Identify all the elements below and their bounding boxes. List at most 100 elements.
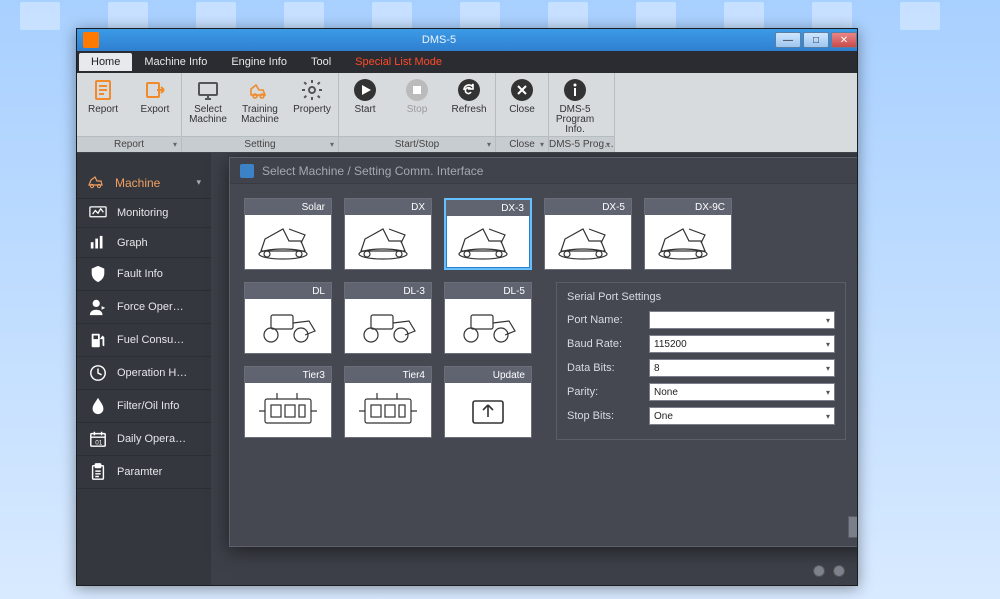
machine-tile-dx[interactable]: DX — [344, 198, 432, 270]
ribbon-group-start-stop: Start Stop RefreshStart/Stop — [339, 73, 496, 152]
sidebar-item-label: Force Oper… — [117, 301, 201, 313]
property-button[interactable]: Property — [286, 73, 338, 136]
drop-icon — [89, 397, 107, 415]
select-machine-button[interactable]: Select Machine — [182, 73, 234, 136]
sidebar-item-label: Daily Opera… — [117, 433, 201, 445]
ribbon-group-setting: Select MachineTraining Machine Property Se… — [182, 73, 339, 152]
sidebar-item-operation-h[interactable]: Operation H… — [77, 357, 211, 390]
ribbon-group-label: Start/Stop — [339, 136, 495, 152]
menu-tab-engine-info[interactable]: Engine Info — [219, 53, 299, 71]
menu-tab-tool[interactable]: Tool — [299, 53, 343, 71]
machine-tile-update[interactable]: Update — [444, 366, 532, 438]
tile-label: DL-5 — [445, 283, 531, 299]
serial-field-row: Baud Rate:115200 — [567, 335, 835, 353]
serial-port-settings-panel: Serial Port Settings Port Name:Baud Rate… — [556, 282, 846, 440]
shield-icon — [89, 265, 107, 283]
body-area: Machine ▾ Monitoring GraphFault Info Force… — [77, 153, 857, 585]
stop-button: Stop — [391, 73, 443, 136]
sidebar-item-filter-oil[interactable]: Filter/Oil Info — [77, 390, 211, 423]
gear-icon — [299, 77, 325, 103]
window-maximize-button[interactable]: □ — [803, 32, 829, 48]
machine-tile-dx-5[interactable]: DX-5 — [544, 198, 632, 270]
machine-tile-dl-5[interactable]: DL-5 — [444, 282, 532, 354]
close-button[interactable]: Close — [496, 73, 548, 136]
menu-tab-special-list-mode[interactable]: Special List Mode — [343, 53, 454, 71]
refresh-button[interactable]: Refresh — [443, 73, 495, 136]
titlebar: DMS-5 — □ ✕ — [77, 29, 857, 51]
sidebar: Machine ▾ Monitoring GraphFault Info Force… — [77, 153, 211, 585]
ribbon-group-label: Report — [77, 136, 181, 152]
sidebar-item-graph[interactable]: Graph — [77, 228, 211, 257]
tile-label: DL — [245, 283, 331, 299]
ribbon-button-label: Stop — [407, 105, 428, 115]
app-icon — [83, 32, 99, 48]
sidebar-item-force-oper[interactable]: Force Oper… — [77, 291, 211, 324]
report-button[interactable]: Report — [77, 73, 129, 136]
menu-tab-machine-info[interactable]: Machine Info — [132, 53, 219, 71]
sidebar-item-daily-opera[interactable]: 01Daily Opera… — [77, 423, 211, 456]
machine-tile-tier3[interactable]: Tier3 — [244, 366, 332, 438]
serial-field-select[interactable] — [649, 311, 835, 329]
serial-field-select[interactable]: 8 — [649, 359, 835, 377]
ribbon: ReportExportReportSelect MachineTraining… — [77, 73, 857, 153]
chevron-down-icon: ▾ — [196, 177, 201, 188]
sidebar-item-fault-info[interactable]: Fault Info — [77, 258, 211, 291]
ribbon-button-label: Close — [509, 105, 535, 115]
sidebar-item-label: Fuel Consu… — [117, 334, 201, 346]
tile-label: DX — [345, 199, 431, 215]
machine-tile-dl-3[interactable]: DL-3 — [344, 282, 432, 354]
serial-field-label: Parity: — [567, 386, 649, 398]
prog-info-button[interactable]: DMS-5 Program Info. — [549, 73, 601, 136]
app-window: DMS-5 — □ ✕ HomeMachine InfoEngine InfoT… — [76, 28, 858, 586]
tile-label: Solar — [245, 199, 331, 215]
ok-button[interactable]: OK — [848, 516, 857, 538]
ribbon-button-label: Select Machine — [182, 105, 234, 125]
sidebar-item-label: Monitoring — [117, 207, 201, 219]
ribbon-button-label: Export — [141, 105, 170, 115]
machine-tile-tier4[interactable]: Tier4 — [344, 366, 432, 438]
serial-field-select[interactable]: One — [649, 407, 835, 425]
tile-label: DX-5 — [545, 199, 631, 215]
window-minimize-button[interactable]: — — [775, 32, 801, 48]
ribbon-group-label: DMS-5 Prog… — [549, 136, 614, 152]
info-icon — [562, 77, 588, 103]
serial-field-select[interactable]: None — [649, 383, 835, 401]
sidebar-item-label: Filter/Oil Info — [117, 400, 201, 412]
excavator-icon — [247, 77, 273, 103]
excavator-icon — [446, 216, 530, 268]
loader-icon — [345, 299, 431, 353]
loader-icon — [245, 299, 331, 353]
machine-tile-dl[interactable]: DL — [244, 282, 332, 354]
serial-field-row: Stop Bits:One — [567, 407, 835, 425]
sidebar-item-label: Operation H… — [117, 367, 201, 379]
menu-tab-home[interactable]: Home — [79, 53, 132, 71]
sidebar-header[interactable]: Machine ▾ — [77, 167, 211, 199]
ribbon-button-label: Report — [88, 105, 118, 115]
machine-tile-dx-9c[interactable]: DX-9C — [644, 198, 732, 270]
sidebar-item-fuel-consu[interactable]: Fuel Consu… — [77, 324, 211, 357]
sidebar-item-paramter[interactable]: Paramter — [77, 456, 211, 489]
ribbon-group-report: Report Export Report — [77, 73, 182, 152]
training-machine-button[interactable]: Training Machine — [234, 73, 286, 136]
sidebar-item-monitoring[interactable]: Monitoring — [77, 199, 211, 228]
tile-label: Tier3 — [245, 367, 331, 383]
status-dot — [833, 565, 845, 577]
ribbon-group-dms-5-prog-: DMS-5 Program Info.DMS-5 Prog… — [549, 73, 615, 152]
export-button[interactable]: Export — [129, 73, 181, 136]
export-icon — [142, 77, 168, 103]
excavator-icon — [245, 215, 331, 269]
tile-label: DX-9C — [645, 199, 731, 215]
machine-tile-dx-3[interactable]: DX-3 — [444, 198, 532, 270]
start-button[interactable]: Start — [339, 73, 391, 136]
ribbon-group-label: Setting — [182, 136, 338, 152]
ribbon-button-label: Property — [293, 105, 331, 115]
tile-label: DX-3 — [446, 200, 530, 216]
ribbon-group-label: Close — [496, 136, 548, 152]
user-icon — [89, 298, 107, 316]
ribbon-button-label: Start — [354, 105, 375, 115]
loader-icon — [445, 299, 531, 353]
serial-field-select[interactable]: 115200 — [649, 335, 835, 353]
monitor-icon — [89, 206, 107, 220]
machine-tile-solar[interactable]: Solar — [244, 198, 332, 270]
window-close-button[interactable]: ✕ — [831, 32, 857, 48]
